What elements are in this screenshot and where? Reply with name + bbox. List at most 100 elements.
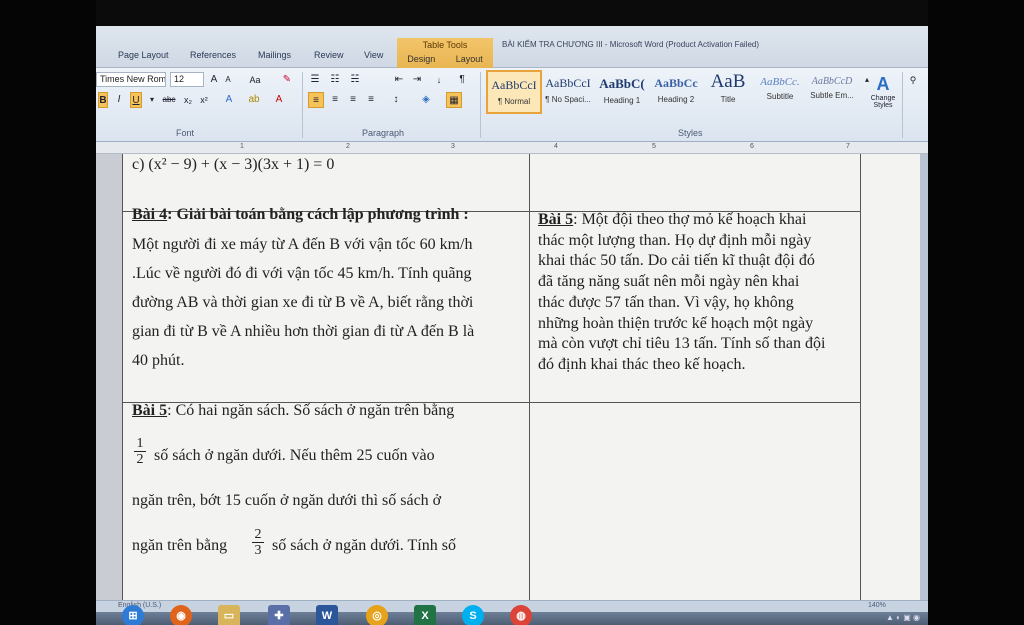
coccoc-icon[interactable]: ◎ — [366, 605, 388, 625]
align-center-button[interactable]: ≡ — [328, 92, 342, 108]
bai4-line: gian đi từ B về A nhiều hơn thời gian đi… — [132, 323, 475, 340]
taskbar: ⊞ ◉ ▭ ✚ W ◎ X S ◍ ▲ ◐ ▣ ◉ — [96, 605, 928, 625]
chrome-icon[interactable]: ◍ — [510, 605, 532, 625]
tab-page-layout[interactable]: Page Layout — [118, 50, 169, 60]
align-right-button[interactable]: ≡ — [346, 92, 360, 108]
decrease-indent-icon[interactable]: ⇤ — [392, 72, 406, 88]
bai5-left-line: ngăn trên bằng — [132, 537, 228, 554]
ribbon-separator — [480, 72, 481, 138]
fraction-numerator: 1 — [134, 436, 146, 452]
show-formatting-icon[interactable]: ¶ — [456, 72, 468, 88]
start-icon[interactable]: ⊞ — [122, 605, 144, 625]
underline-button[interactable]: U — [130, 92, 142, 108]
ruler-number: 6 — [750, 143, 754, 150]
font-color-icon[interactable]: A — [272, 92, 286, 108]
style-heading-1[interactable]: AaBbC( Heading 1 — [594, 70, 650, 114]
ribbon-tab-row: Page Layout References Mailings Review V… — [96, 26, 928, 68]
style-heading-2[interactable]: AaBbCc Heading 2 — [648, 70, 704, 114]
bai5-right-line: thác một lượng than. Họ dự định mỗi ngày — [538, 232, 812, 249]
ribbon: Times New Rom 12 A A Aa ✎ B I U ▾ abc x₂… — [96, 68, 928, 142]
bai5-right-heading: Bài 5 — [538, 211, 574, 228]
bai4-heading-rest: : Giải bài toán bằng cách lập phương trì… — [167, 206, 469, 223]
monitor-bezel-left — [0, 0, 96, 625]
find-icon[interactable]: ⚲ — [906, 72, 920, 88]
style-subtle-emphasis[interactable]: AaBbCcD Subtle Em... — [804, 70, 860, 114]
table-cell[interactable] — [529, 154, 861, 212]
change-styles-button[interactable]: A Change Styles — [870, 74, 896, 114]
style-subtitle[interactable]: AaBbCc. Subtitle — [752, 70, 808, 114]
tab-design[interactable]: Design — [407, 54, 435, 64]
style-title[interactable]: AaB Title — [700, 70, 756, 114]
shrink-font-icon[interactable]: A — [222, 72, 234, 88]
system-tray[interactable]: ▲ ◐ ▣ ◉ — [886, 613, 920, 622]
highlight-color-icon[interactable]: ab — [246, 92, 262, 108]
ruler-number: 2 — [346, 143, 350, 150]
numbering-icon[interactable]: ☷ — [328, 72, 342, 88]
font-name-select[interactable]: Times New Rom — [96, 72, 166, 87]
firefox-icon[interactable]: ◉ — [170, 605, 192, 625]
bai5-right-line: đã tăng năng suất nên mỗi ngày nên khai — [538, 273, 800, 290]
text-effects-icon[interactable]: A — [222, 92, 236, 108]
bullets-icon[interactable]: ☰ — [308, 72, 322, 88]
bai5-left-heading: Bài 5 — [132, 402, 168, 419]
document-area: c) (x² − 9) + (x − 3)(3x + 1) = 0 Bài 4:… — [96, 154, 928, 602]
multilevel-list-icon[interactable]: ☵ — [348, 72, 362, 88]
word-icon[interactable]: W — [316, 605, 338, 625]
word-window: Page Layout References Mailings Review V… — [96, 26, 928, 625]
bold-button[interactable]: B — [98, 92, 108, 108]
sort-icon[interactable]: ↓ — [432, 72, 446, 88]
tab-review[interactable]: Review — [314, 50, 344, 60]
fraction-two-thirds: 23 — [252, 527, 264, 558]
style-sample: AaBbCcD — [811, 76, 853, 87]
explorer-icon[interactable]: ▭ — [218, 605, 240, 625]
bai5-left-line: ngăn trên, bớt 15 cuốn ở ngăn dưới thì s… — [132, 492, 442, 509]
style-name: Subtitle — [766, 92, 794, 101]
zoom-level[interactable]: 140% — [868, 602, 886, 609]
align-left-button[interactable]: ≡ — [308, 92, 324, 108]
bai4-line: đường AB và thời gian xe đi từ B về A, b… — [132, 294, 474, 311]
style-name: ¶ Normal — [497, 97, 531, 106]
bai5-left-first: : Có hai ngăn sách. Số sách ở ngăn trên … — [167, 402, 455, 419]
paint-icon[interactable]: ✚ — [268, 605, 290, 625]
bai5-left-line: số sách ở ngăn dưới. Nếu thêm 25 cuốn và… — [154, 447, 435, 464]
paragraph-group-label: Paragraph — [362, 128, 405, 138]
clear-format-icon[interactable]: ✎ — [280, 72, 294, 88]
tab-mailings[interactable]: Mailings — [258, 50, 291, 60]
ruler-number: 3 — [451, 143, 455, 150]
justify-button[interactable]: ≡ — [364, 92, 378, 108]
bai4-heading-line: Bài 4: Giải bài toán bằng cách lập phươn… — [132, 206, 469, 224]
horizontal-ruler[interactable]: 1 2 3 4 5 6 7 — [96, 142, 928, 154]
table-cell[interactable] — [529, 402, 861, 602]
change-case-icon[interactable]: Aa — [246, 72, 264, 88]
document-page[interactable]: c) (x² − 9) + (x − 3)(3x + 1) = 0 Bài 4:… — [122, 154, 922, 602]
increase-indent-icon[interactable]: ⇥ — [410, 72, 424, 88]
tab-layout[interactable]: Layout — [456, 54, 483, 64]
italic-button[interactable]: I — [114, 92, 124, 108]
bai5-right-line: Bài 5: Một đội theo thợ mỏ kế hoạch khai — [538, 211, 806, 229]
strikethrough-button[interactable]: abc — [160, 92, 178, 108]
superscript-button[interactable]: x² — [198, 92, 210, 108]
borders-icon[interactable]: ▦ — [446, 92, 462, 108]
line-spacing-icon[interactable]: ↕ — [388, 92, 404, 108]
change-styles-icon: A — [876, 74, 890, 94]
tab-view[interactable]: View — [364, 50, 383, 60]
style-sample: AaB — [710, 71, 746, 92]
excel-icon[interactable]: X — [414, 605, 436, 625]
subscript-button[interactable]: x₂ — [182, 92, 194, 108]
style-normal[interactable]: AaBbCcI ¶ Normal — [486, 70, 542, 114]
style-no-spacing[interactable]: AaBbCcI ¶ No Spaci... — [540, 70, 596, 114]
grow-font-icon[interactable]: A — [208, 72, 220, 88]
ribbon-separator — [902, 72, 903, 138]
tab-references[interactable]: References — [190, 50, 236, 60]
vertical-scrollbar[interactable] — [920, 154, 928, 600]
table-tools-title: Table Tools — [422, 40, 468, 50]
font-size-select[interactable]: 12 — [170, 72, 204, 87]
bai5-left-line: Bài 5: Có hai ngăn sách. Số sách ở ngăn … — [132, 402, 454, 420]
underline-dropdown-icon[interactable]: ▾ — [148, 92, 156, 108]
skype-icon[interactable]: S — [462, 605, 484, 625]
style-sample: AaBbCcI — [545, 76, 591, 90]
shading-icon[interactable]: ◈ — [418, 92, 434, 108]
fraction-denominator: 2 — [136, 452, 144, 467]
ruler-number: 5 — [652, 143, 656, 150]
fraction-numerator: 2 — [252, 527, 264, 543]
